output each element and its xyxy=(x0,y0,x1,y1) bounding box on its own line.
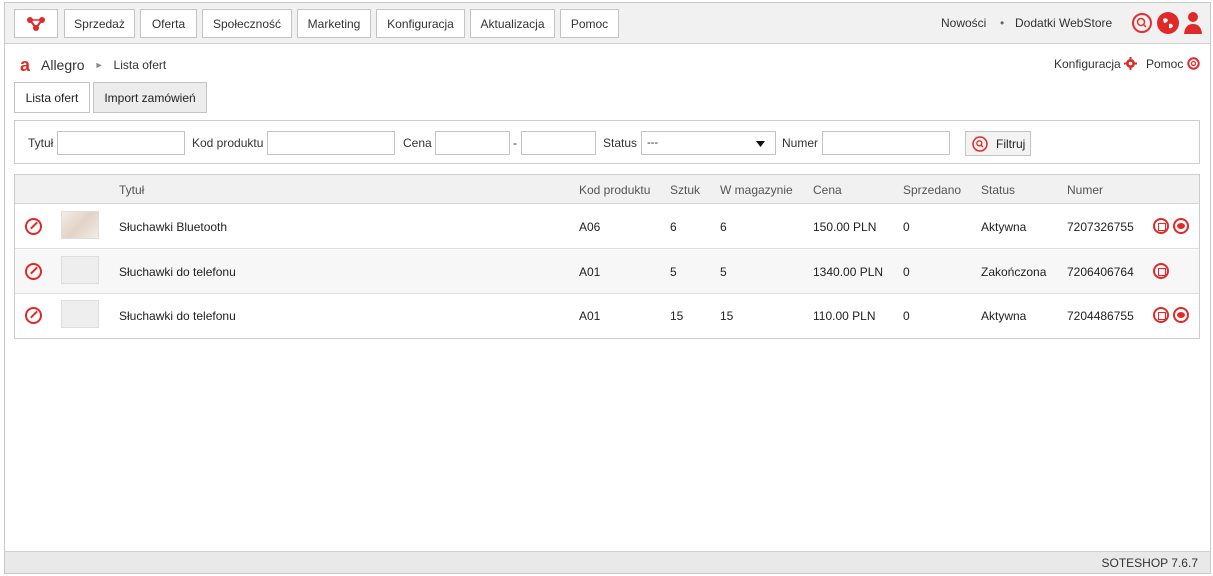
globe-icon[interactable] xyxy=(1157,12,1179,34)
page-title: Lista ofert xyxy=(113,58,167,72)
filter-code-input[interactable] xyxy=(267,131,395,155)
nav-marketing[interactable]: Marketing xyxy=(297,9,371,38)
filter-status-value: --- xyxy=(647,137,658,149)
row-stock: 5 xyxy=(720,265,727,279)
table-row: Słuchawki Bluetooth A06 6 6 150.00 PLN 0… xyxy=(15,205,1199,249)
row-qty: 5 xyxy=(670,265,677,279)
svg-text:a: a xyxy=(20,57,31,73)
user-icon[interactable] xyxy=(1183,11,1203,35)
row-price: 110.00 PLN xyxy=(813,309,876,323)
filter-price-label: Cena xyxy=(403,136,432,150)
table-header: Tytuł Kod produktu Sztuk W magazynie Cen… xyxy=(15,175,1199,204)
copy-icon[interactable] xyxy=(1153,307,1169,323)
gear-icon xyxy=(1124,57,1138,70)
filter-price-from-input[interactable] xyxy=(435,131,510,155)
filter-price-dash: - xyxy=(513,136,517,150)
row-qty: 6 xyxy=(670,220,677,234)
home-logo-button[interactable] xyxy=(14,9,58,38)
top-navigation: Sprzedaż Oferta Społeczność Marketing Ko… xyxy=(5,3,1210,44)
header-title[interactable]: Tytuł xyxy=(119,183,144,197)
breadcrumb-separator: ► xyxy=(94,60,104,70)
configuration-link-label: Konfiguracja xyxy=(1054,57,1121,71)
row-title[interactable]: Słuchawki do telefonu xyxy=(119,265,236,279)
lifebuoy-icon xyxy=(1187,57,1200,70)
row-sold: 0 xyxy=(903,309,910,323)
header-status[interactable]: Status xyxy=(981,183,1015,197)
row-price: 150.00 PLN xyxy=(813,220,877,234)
configuration-link[interactable]: Konfiguracja xyxy=(1054,57,1138,71)
header-qty[interactable]: Sztuk xyxy=(670,183,700,197)
filter-title-input[interactable] xyxy=(57,131,185,155)
header-sold[interactable]: Sprzedano xyxy=(903,183,961,197)
view-icon[interactable] xyxy=(1173,218,1189,234)
row-stock: 6 xyxy=(720,220,727,234)
table-row: Słuchawki do telefonu A01 5 5 1340.00 PL… xyxy=(15,250,1199,294)
tab-lista-ofert[interactable]: Lista ofert xyxy=(14,82,90,113)
row-status: Aktywna xyxy=(981,309,1027,323)
product-thumbnail[interactable] xyxy=(61,300,99,328)
table-row: Słuchawki do telefonu A01 15 15 110.00 P… xyxy=(15,294,1199,338)
news-link[interactable]: Nowości xyxy=(941,16,986,30)
breadcrumb: a Allegro ► Lista ofert xyxy=(20,55,166,75)
breadcrumb-brand[interactable]: Allegro xyxy=(41,57,85,73)
nav-aktualizacja[interactable]: Aktualizacja xyxy=(470,9,555,38)
row-status: Aktywna xyxy=(981,220,1027,234)
help-link-label: Pomoc xyxy=(1146,57,1184,71)
edit-icon[interactable] xyxy=(25,218,42,235)
row-qty: 15 xyxy=(670,309,684,323)
filter-button[interactable]: Filtruj xyxy=(965,131,1031,156)
edit-icon[interactable] xyxy=(25,263,42,280)
filter-button-label: Filtruj xyxy=(996,136,1026,151)
filter-status-label: Status xyxy=(603,136,638,150)
row-status: Zakończona xyxy=(981,265,1047,279)
filter-number-label: Numer xyxy=(782,136,819,150)
filter-panel: Tytuł Kod produktu Cena - Status --- Num… xyxy=(14,120,1200,164)
header-stock[interactable]: W magazynie xyxy=(720,183,793,197)
row-number: 7207326755 xyxy=(1067,220,1134,234)
footer: SOTESHOP 7.6.7 xyxy=(5,551,1210,573)
row-stock: 15 xyxy=(720,309,734,323)
nav-sprzedaz[interactable]: Sprzedaż xyxy=(64,9,135,38)
product-thumbnail[interactable] xyxy=(61,256,99,284)
chevron-down-icon xyxy=(756,141,765,147)
row-title[interactable]: Słuchawki Bluetooth xyxy=(119,220,227,234)
filter-price-to-input[interactable] xyxy=(521,131,596,155)
filter-title-label: Tytuł xyxy=(28,136,54,150)
copy-icon[interactable] xyxy=(1153,218,1169,234)
help-link[interactable]: Pomoc xyxy=(1146,57,1200,71)
edit-icon[interactable] xyxy=(25,307,42,324)
product-thumbnail[interactable] xyxy=(61,211,99,239)
row-title[interactable]: Słuchawki do telefonu xyxy=(119,309,236,323)
logo-icon xyxy=(27,16,45,31)
header-number[interactable]: Numer xyxy=(1067,183,1103,197)
nav-separator: • xyxy=(1000,16,1005,30)
header-price[interactable]: Cena xyxy=(813,183,842,197)
offers-table: Tytuł Kod produktu Sztuk W magazynie Cen… xyxy=(14,174,1200,339)
row-code: A06 xyxy=(579,220,601,234)
row-code: A01 xyxy=(579,265,601,279)
webstore-addons-link[interactable]: Dodatki WebStore xyxy=(1015,16,1112,30)
tab-import-zamowien[interactable]: Import zamówień xyxy=(93,82,207,113)
row-number: 7204486755 xyxy=(1067,309,1134,323)
nav-konfiguracja[interactable]: Konfiguracja xyxy=(376,9,465,38)
row-number: 7206406764 xyxy=(1067,265,1134,279)
filter-status-select[interactable]: --- xyxy=(641,131,776,155)
allegro-logo-icon: a xyxy=(20,57,31,73)
row-sold: 0 xyxy=(903,220,910,234)
filter-number-input[interactable] xyxy=(822,131,950,155)
row-price: 1340.00 PLN xyxy=(813,265,884,279)
view-icon[interactable] xyxy=(1173,307,1189,323)
nav-spolecznosc[interactable]: Społeczność xyxy=(202,9,292,38)
search-icon xyxy=(972,135,988,152)
filter-code-label: Kod produktu xyxy=(192,136,264,150)
search-icon[interactable] xyxy=(1132,13,1152,33)
app-window: Sprzedaż Oferta Społeczność Marketing Ko… xyxy=(4,2,1211,574)
nav-oferta[interactable]: Oferta xyxy=(140,9,197,38)
nav-pomoc[interactable]: Pomoc xyxy=(560,9,619,38)
row-code: A01 xyxy=(579,309,601,323)
row-sold: 0 xyxy=(903,265,910,279)
copy-icon[interactable] xyxy=(1153,263,1169,279)
header-code[interactable]: Kod produktu xyxy=(579,183,650,197)
app-version: SOTESHOP 7.6.7 xyxy=(1101,556,1199,570)
